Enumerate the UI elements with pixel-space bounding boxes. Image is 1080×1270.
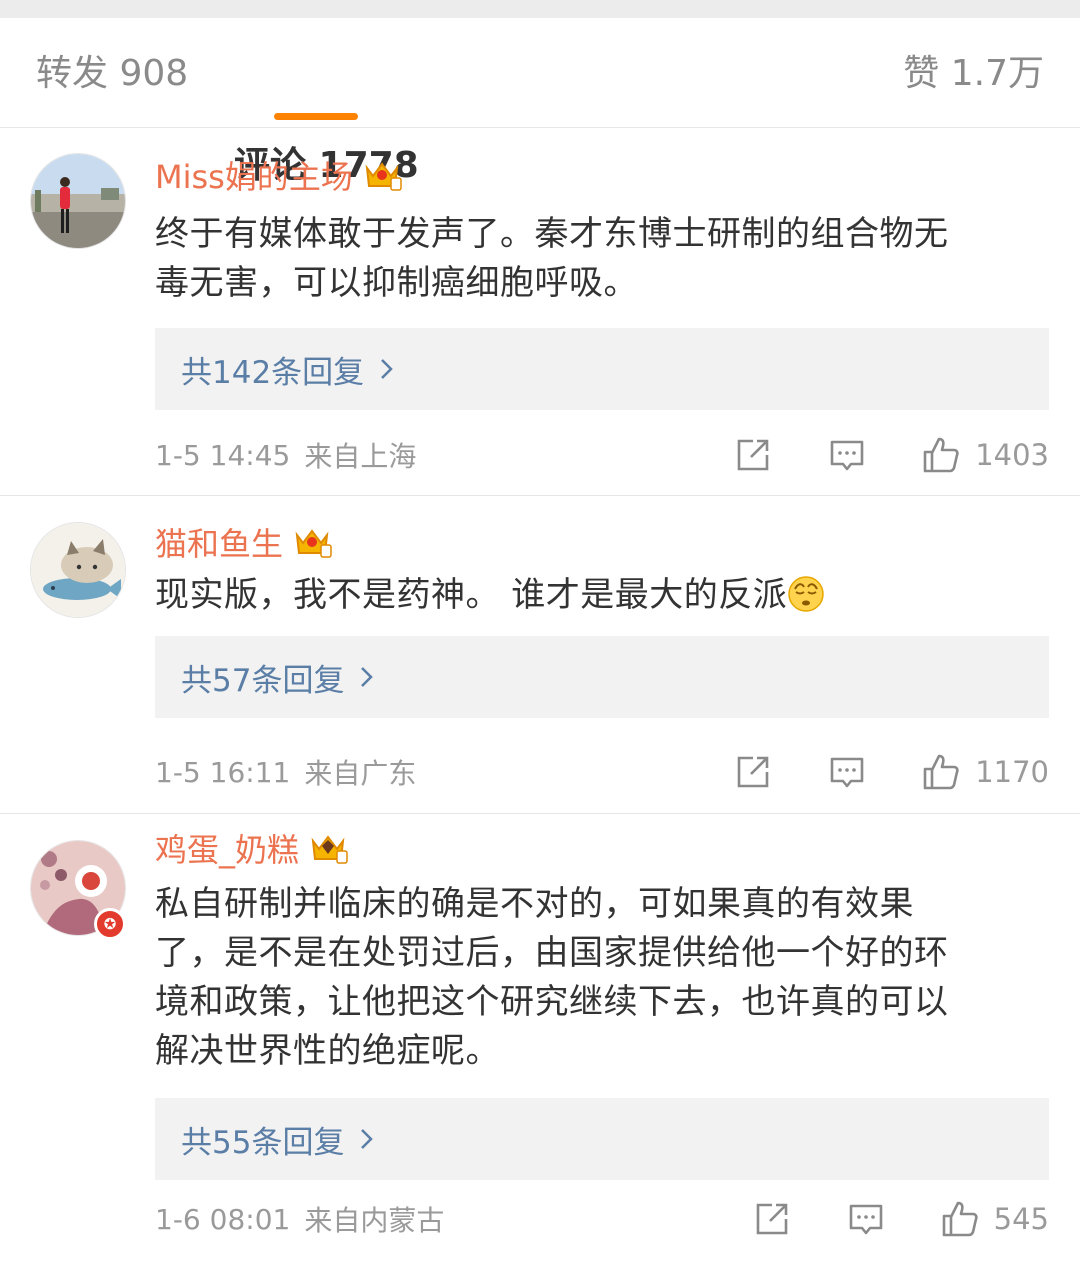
comment-actions: 545 xyxy=(752,1199,1049,1239)
like-count: 1170 xyxy=(975,755,1049,789)
chevron-right-icon xyxy=(361,1129,374,1149)
comment-time: 1-5 16:11 xyxy=(155,755,291,789)
comment-item: ✪ 鸡蛋_奶糕 私自研制并临床的确是不对的，可如果真的有效果 了，是不是在处罚过… xyxy=(0,813,1080,1270)
comment-time: 1-5 14:45 xyxy=(155,438,291,472)
comment-text: 私自研制并临床的确是不对的，可如果真的有效果 了，是不是在处罚过后，由国家提供给… xyxy=(155,880,1045,1076)
share-icon[interactable] xyxy=(752,1199,792,1239)
meta-row: 1-5 14:45 来自上海 1403 xyxy=(155,435,1049,475)
flushed-face-emoji-icon xyxy=(788,575,825,612)
comment-icon[interactable] xyxy=(827,752,867,792)
comment-source: 来自内蒙古 xyxy=(304,1204,445,1237)
comment-text-line: 现实版，我不是药神。 谁才是最大的反派 xyxy=(155,575,788,615)
comment-text-line-wrap: 现实版，我不是药神。 谁才是最大的反派 xyxy=(155,571,1045,620)
comment-text-line: 了，是不是在处罚过后，由国家提供给他一个好的环 xyxy=(155,933,949,973)
replies-link[interactable]: 共57条回复 xyxy=(155,636,1049,718)
crown-icon xyxy=(365,162,402,191)
replies-link[interactable]: 共55条回复 xyxy=(155,1098,1049,1180)
comment-text: 终于有媒体敢于发声了。秦才东博士研制的组合物无 毒无害，可以抑制癌细胞呼吸。 xyxy=(155,210,1045,308)
comment-time: 1-6 08:01 xyxy=(155,1202,291,1236)
share-icon[interactable] xyxy=(733,435,773,475)
username[interactable]: 鸡蛋_奶糕 xyxy=(155,825,299,871)
username[interactable]: 猫和鱼生 xyxy=(155,519,283,565)
comment-text-line: 解决世界性的绝症呢。 xyxy=(155,1031,500,1071)
username[interactable]: Miss娟的主场 xyxy=(155,152,353,198)
comment-actions: 1170 xyxy=(733,752,1049,792)
avatar[interactable] xyxy=(30,153,126,249)
name-row: 鸡蛋_奶糕 xyxy=(155,826,349,870)
replies-count-label: 共57条回复 xyxy=(181,662,345,699)
chevron-right-icon xyxy=(361,667,374,687)
like-icon[interactable] xyxy=(921,435,961,475)
comment-actions: 1403 xyxy=(733,435,1049,475)
avatar-photo xyxy=(31,523,125,617)
active-tab-indicator xyxy=(274,113,358,120)
like-icon[interactable] xyxy=(921,752,961,792)
comment-list: Miss娟的主场 终于有媒体敢于发声了。秦才东博士研制的组合物无 毒无害，可以抑… xyxy=(0,128,1080,1270)
like-count: 1403 xyxy=(975,438,1049,472)
comment-item: 猫和鱼生 现实版，我不是药神。 谁才是最大的反派 共57条回复 1-5 16:1… xyxy=(0,495,1080,813)
name-row: 猫和鱼生 xyxy=(155,520,333,564)
avatar-photo xyxy=(31,154,125,248)
top-strip xyxy=(0,0,1080,18)
avatar[interactable] xyxy=(30,522,126,618)
meta-row: 1-6 08:01 来自内蒙古 545 xyxy=(155,1199,1049,1239)
meta-row: 1-5 16:11 来自广东 1170 xyxy=(155,752,1049,792)
comment-text-line: 终于有媒体敢于发声了。秦才东博士研制的组合物无 xyxy=(155,214,949,254)
tab-likes[interactable]: 赞 1.7万 xyxy=(903,54,1044,94)
comment-text-line: 境和政策，让他把这个研究继续下去，也许真的可以 xyxy=(155,982,949,1022)
comment-text: 现实版，我不是药神。 谁才是最大的反派 xyxy=(155,571,1045,620)
comment-text-line: 私自研制并临床的确是不对的，可如果真的有效果 xyxy=(155,884,914,924)
comment-text-line: 毒无害，可以抑制癌细胞呼吸。 xyxy=(155,263,638,303)
comment-source: 来自上海 xyxy=(304,440,417,473)
comment-source: 来自广东 xyxy=(304,757,417,790)
replies-count-label: 共55条回复 xyxy=(181,1124,345,1161)
comment-icon[interactable] xyxy=(827,435,867,475)
comment-icon[interactable] xyxy=(846,1199,886,1239)
replies-count-label: 共142条回复 xyxy=(181,354,365,391)
chevron-right-icon xyxy=(381,359,393,379)
like-icon[interactable] xyxy=(940,1199,980,1239)
tab-repost[interactable]: 转发 908 xyxy=(36,54,188,94)
tab-bar: 转发 908 评论 1778 赞 1.7万 xyxy=(0,18,1080,186)
crown-icon xyxy=(311,835,348,864)
verified-badge-icon: ✪ xyxy=(94,908,126,940)
replies-link[interactable]: 共142条回复 xyxy=(155,328,1049,410)
like-count: 545 xyxy=(993,1202,1049,1236)
crown-icon xyxy=(295,529,332,558)
share-icon[interactable] xyxy=(733,752,773,792)
comment-item: Miss娟的主场 终于有媒体敢于发声了。秦才东博士研制的组合物无 毒无害，可以抑… xyxy=(0,128,1080,495)
name-row: Miss娟的主场 xyxy=(155,153,403,197)
